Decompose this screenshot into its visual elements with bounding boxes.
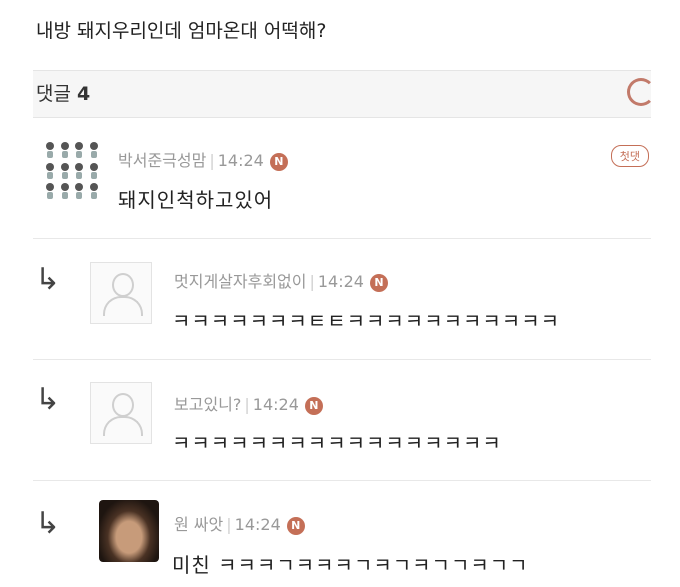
nickname[interactable]: 멋지게살자후회없이 [174, 272, 306, 291]
comment-text: 돼지인척하고있어 [118, 188, 274, 212]
new-badge: N [304, 397, 323, 415]
first-comment-badge: 첫댓 [610, 145, 649, 167]
reply-arrow-icon: ↳ [35, 382, 61, 417]
post-panel: 내방 돼지우리인데 엄마온대 어떡해? 댓글 4 박서준극성맘 | 14:24 N 첫댓… [33, 0, 651, 587]
comment-meta: 보고있니? | 14:24 N [174, 391, 323, 415]
comment-header: 댓글 4 [33, 70, 651, 118]
comment-item [33, 117, 651, 239]
comment-meta: 원 싸앗 | 14:24 N [174, 511, 305, 535]
reply-arrow-icon: ↳ [35, 262, 61, 297]
comment-text: ㅋㅋㅋㅋㅋㅋㅋㅌㅌㅋㅋㅋㅋㅋㅋㅋㅋㅋㅋㅋ [172, 309, 560, 333]
timestamp: 14:24 [252, 395, 299, 414]
new-badge: N [269, 153, 288, 171]
reply-arrow-icon: ↳ [35, 506, 61, 541]
default-avatar[interactable] [90, 262, 152, 324]
comment-meta: 멋지게살자후회없이 | 14:24 N [174, 268, 388, 292]
new-badge: N [286, 517, 305, 535]
user-avatar[interactable] [43, 141, 99, 201]
comment-label-text: 댓글 [36, 83, 71, 105]
timestamp: 14:24 [317, 272, 364, 291]
nickname[interactable]: 원 싸앗 [174, 515, 223, 534]
timestamp: 14:24 [234, 515, 281, 534]
new-badge: N [369, 274, 388, 292]
nickname[interactable]: 박서준극성맘 [118, 151, 206, 170]
post-title: 내방 돼지우리인데 엄마온대 어떡해? [36, 20, 327, 42]
comment-label: 댓글 4 [36, 79, 90, 106]
nickname[interactable]: 보고있니? [174, 395, 241, 414]
photo-avatar[interactable] [99, 500, 159, 562]
comment-text: 미친 ㅋㅋㅋㄱㅋㅋㅋㄱㅋㄱㅋㄱㄱㅋㄱㄱ [172, 553, 529, 577]
comment-count: 4 [76, 83, 91, 105]
default-avatar[interactable] [90, 382, 152, 444]
comment-meta: 박서준극성맘 | 14:24 N [118, 147, 288, 171]
comment-text: ㅋㅋㅋㅋㅋㅋㅋㅋㅋㅋㅋㅋㅋㅋㅋㅋㅋ [172, 431, 502, 455]
timestamp: 14:24 [217, 151, 264, 170]
refresh-icon[interactable] [627, 78, 651, 106]
